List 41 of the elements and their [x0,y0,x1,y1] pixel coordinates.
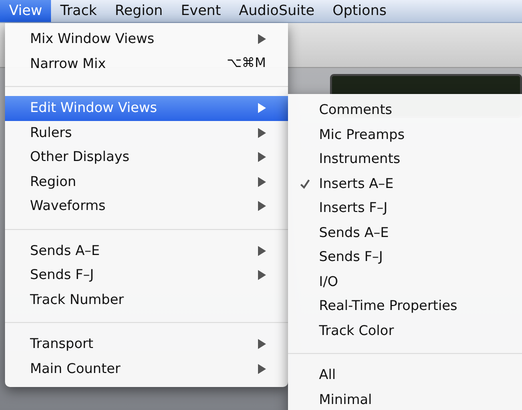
menu-item[interactable]: Instruments [288,147,522,172]
keyboard-shortcut: ⌥⌘M [226,56,266,72]
menu-bar-item[interactable]: Event [172,0,230,22]
menu-item[interactable]: Real-Time Properties [288,294,522,318]
submenu-arrow-icon [258,103,266,114]
menu-item[interactable]: Mic Preamps [288,122,522,147]
submenu-arrow-icon [258,176,266,187]
menu-item[interactable]: Sends A–E [5,238,288,263]
menu-item[interactable]: Sends F–J [288,245,522,270]
menu-item[interactable]: Transport [5,332,288,356]
menu-bar-item[interactable]: Region [106,0,172,22]
menu-item[interactable]: Region [5,170,288,194]
submenu-arrow-icon [258,339,266,350]
menu-item[interactable]: Comments [288,98,522,122]
menu-bar-item[interactable]: Options [323,0,396,22]
menu-item[interactable]: Track Color [288,318,522,343]
menu-item[interactable]: Inserts A–E [288,172,522,196]
menu-item[interactable]: Main Counter [5,356,288,381]
menu-bar-item[interactable]: AudioSuite [230,0,324,22]
submenu-arrow-icon [258,364,266,374]
menu-item[interactable]: Other Displays [5,145,288,170]
submenu-arrow-icon [258,201,266,212]
menu-bar-item[interactable]: Track [51,0,106,22]
menu-item[interactable]: Track Number [5,288,288,312]
menu-item[interactable]: Minimal [288,388,522,410]
menu-item[interactable]: Waveforms [5,194,288,218]
menu-item[interactable]: Mix Window Views [5,27,288,52]
submenu-arrow-icon [258,34,266,44]
menu-item[interactable]: Narrow Mix ⌥⌘M [5,52,288,76]
menu-item[interactable]: Sends A–E [288,220,522,245]
menu-item[interactable]: Inserts F–J [288,196,522,220]
menu-item[interactable]: All [288,363,522,388]
menu-item[interactable]: Sends F–J [5,263,288,288]
submenu-arrow-icon [258,270,266,280]
submenu-arrow-icon [258,152,266,162]
menu-item[interactable]: Edit Window Views [5,96,288,120]
submenu-arrow-icon [258,128,266,138]
menu-bar-item[interactable]: View [0,0,52,22]
menu-item[interactable]: Rulers [5,120,288,145]
menu-item[interactable]: I/O [288,270,522,294]
submenu-arrow-icon [258,246,266,256]
